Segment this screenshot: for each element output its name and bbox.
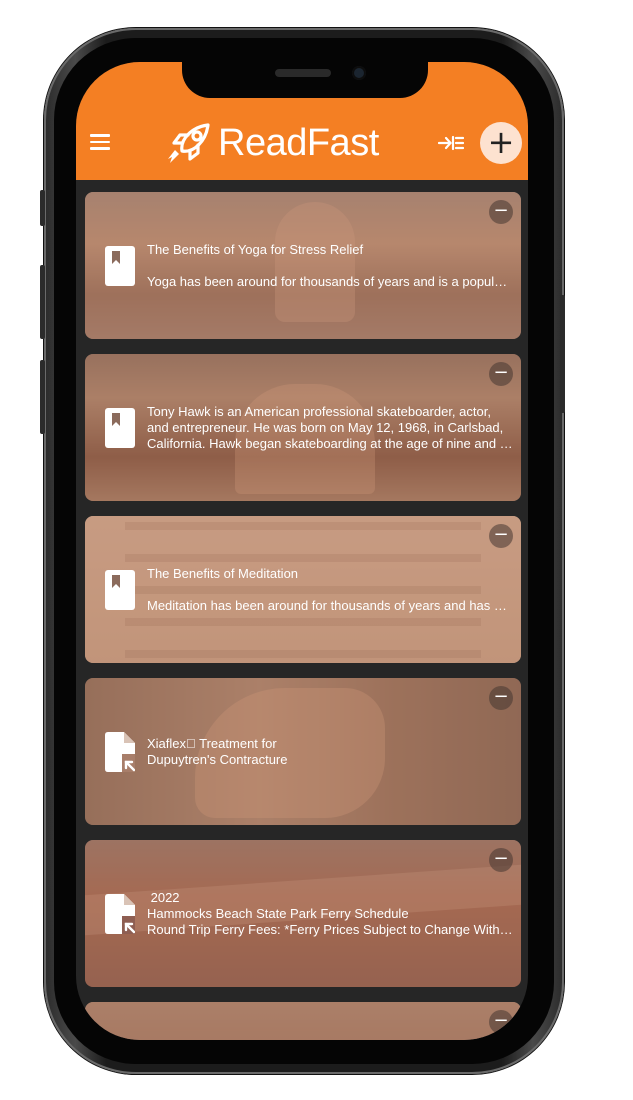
import-arrow-icon[interactable] bbox=[438, 134, 464, 152]
document-title: Xiaflex  Treatment for bbox=[147, 735, 277, 751]
document-preview: The Benefits of Yoga for Stress Relief Y… bbox=[147, 242, 513, 290]
document-card[interactable]: The Benefits of Yoga for Stress Relief Y… bbox=[85, 192, 521, 339]
remove-document-button[interactable]: − bbox=[489, 848, 513, 872]
remove-document-button[interactable]: − bbox=[489, 524, 513, 548]
bookmark-document-icon bbox=[105, 569, 135, 610]
remove-document-button[interactable]: − bbox=[489, 200, 513, 224]
bookmark-document-icon bbox=[105, 245, 135, 286]
document-preview: 2022 Hammocks Beach State Park Ferry Sch… bbox=[147, 890, 513, 938]
document-card[interactable]: 2022 Hammocks Beach State Park Ferry Sch… bbox=[85, 840, 521, 987]
app-header: ReadFast + bbox=[76, 62, 528, 180]
file-import-icon bbox=[105, 893, 135, 934]
document-excerpt: Yoga has been around for thousands of ye… bbox=[147, 273, 513, 289]
document-title: The Benefits of Yoga for Stress Relief bbox=[147, 241, 364, 257]
document-preview: Tony Hawk is an American professional sk… bbox=[147, 404, 513, 452]
document-preview: The Benefits of Meditation Meditation ha… bbox=[147, 566, 513, 614]
rocket-icon bbox=[168, 123, 210, 163]
document-card[interactable]: − bbox=[85, 1002, 521, 1040]
add-document-button[interactable]: + bbox=[480, 122, 522, 164]
remove-document-button[interactable]: − bbox=[489, 1010, 513, 1034]
app-logo: ReadFast bbox=[166, 118, 379, 168]
document-card[interactable]: Tony Hawk is an American professional sk… bbox=[85, 354, 521, 501]
file-import-icon bbox=[105, 731, 135, 772]
hamburger-menu-icon[interactable] bbox=[90, 134, 110, 150]
phone-volume-down bbox=[40, 360, 45, 434]
front-camera bbox=[352, 66, 366, 80]
document-excerpt: Round Trip Ferry Fees: *Ferry Prices Sub… bbox=[147, 921, 513, 937]
app-name: ReadFast bbox=[218, 121, 379, 164]
speaker-grille bbox=[275, 69, 331, 77]
phone-notch bbox=[182, 62, 428, 98]
remove-document-button[interactable]: − bbox=[489, 686, 513, 710]
document-title: Hammocks Beach State Park Ferry Schedule bbox=[147, 905, 409, 921]
document-card[interactable]: Xiaflex  Treatment for Dupuytren's Contr… bbox=[85, 678, 521, 825]
document-preview: Xiaflex  Treatment for Dupuytren's Contr… bbox=[147, 736, 513, 768]
document-excerpt: Meditation has been around for thousands… bbox=[147, 597, 513, 613]
remove-document-button[interactable]: − bbox=[489, 362, 513, 386]
document-title: The Benefits of Meditation bbox=[147, 565, 299, 581]
document-excerpt: Tony Hawk is an American professional sk… bbox=[147, 403, 513, 451]
document-title-line-2: Dupuytren's Contracture bbox=[147, 751, 288, 767]
app-screen: ReadFast + The Benefits of Yoga for Stre… bbox=[76, 62, 528, 1040]
bookmark-document-icon bbox=[105, 407, 135, 448]
phone-power-button bbox=[560, 295, 565, 413]
phone-volume-up bbox=[40, 265, 45, 339]
document-date: 2022 bbox=[147, 889, 180, 905]
phone-silent-switch bbox=[40, 190, 45, 226]
document-card[interactable]: The Benefits of Meditation Meditation ha… bbox=[85, 516, 521, 663]
